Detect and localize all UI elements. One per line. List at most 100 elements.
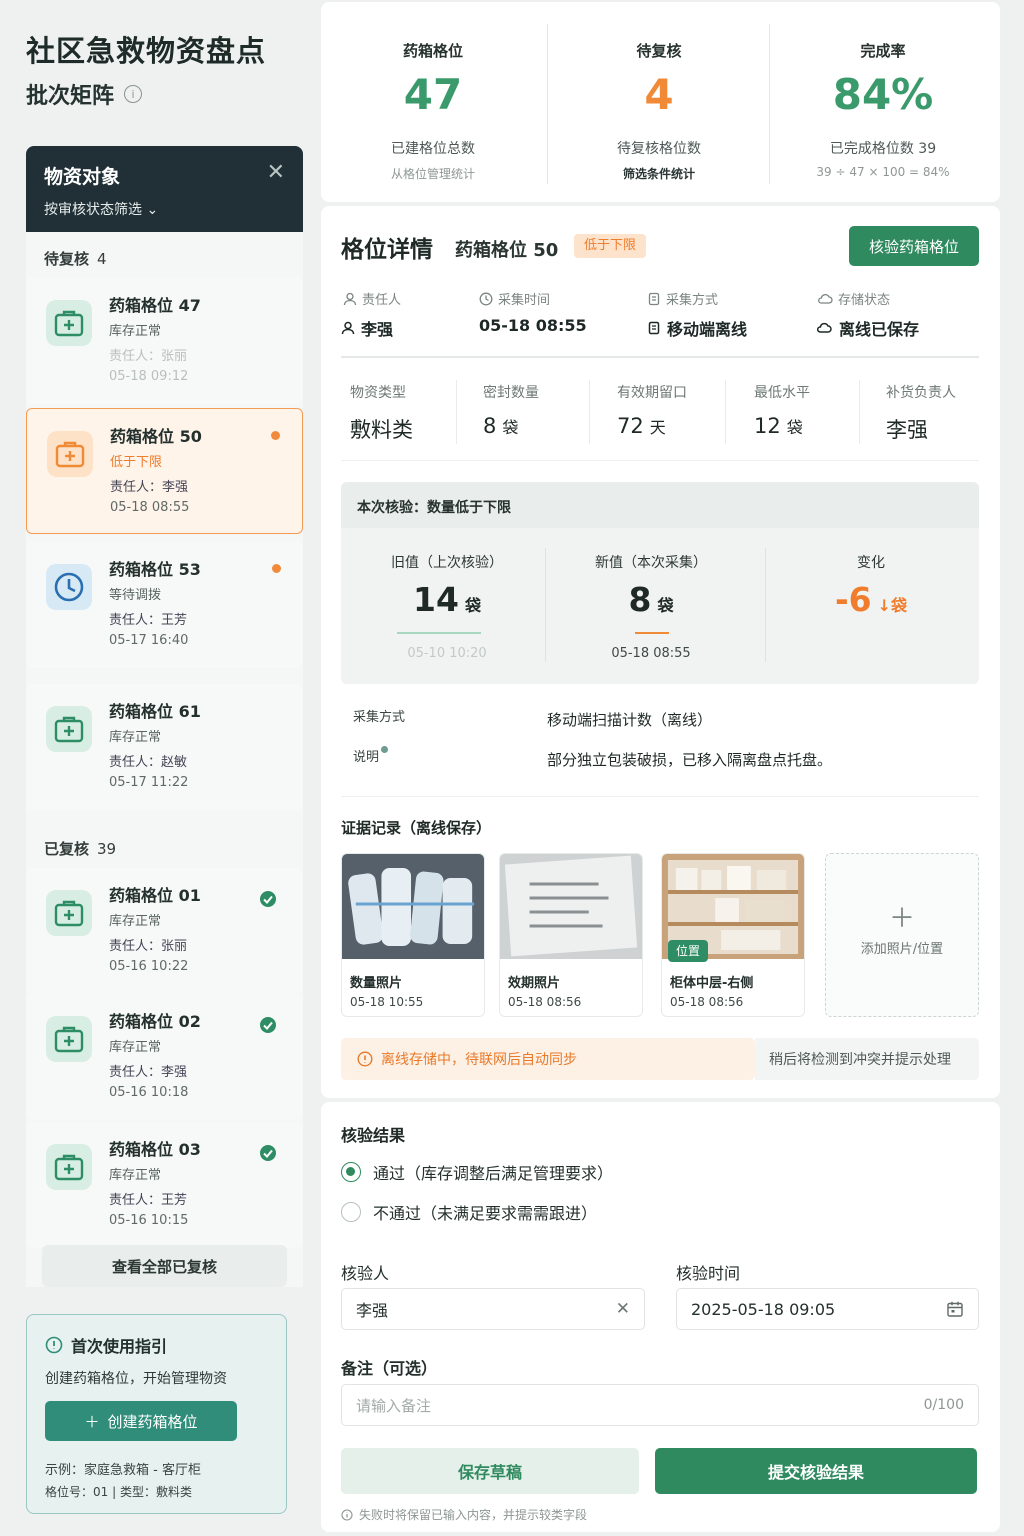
app-subtitle: 批次矩阵 i [26,78,143,110]
item-time: 05-16 10:18 [109,1085,189,1100]
group-pending-label: 待复核 [44,250,90,268]
warning-icon [357,1051,373,1067]
old-label: 旧值（上次核验） [391,555,503,571]
medkit-icon [46,1016,92,1062]
attr-label: 补货负责人 [886,385,956,401]
list-item[interactable]: 药箱格位 53 等待调拨 责任人：王芳 05-17 16:40 [26,542,303,668]
conflict-hint: 稍后将检测到冲突并提示处理 [755,1038,979,1080]
method-value: 移动端扫描计数（离线） [547,711,713,729]
evidence-card[interactable]: 效期照片 05-18 08:56 [499,853,643,1017]
stat-label: 待复核 [636,42,682,60]
evidence-label: 效期照片 [508,976,561,991]
attr-value: 8袋 [483,414,518,438]
change-number: -6 [834,580,872,619]
stat-desc: 已建格位总数 [391,141,475,157]
list-item[interactable]: 药箱格位 61 库存正常 责任人：赵敏 05-17 11:22 [26,684,303,810]
evidence-card[interactable]: 位置 柜体中层-右侧 05-18 08:56 [661,853,805,1017]
group-done-label: 已复核 [44,840,90,858]
time-picker[interactable]: 2025-05-18 09:05 [676,1288,979,1330]
check-icon [260,1145,276,1161]
offline-text: 离线存储中，待联网后自动同步 [381,1052,577,1068]
attr-value-text: 李强 [886,418,928,442]
pass-radio[interactable]: 通过（库存调整后满足管理要求） [341,1160,613,1184]
fail-label: 不通过（未满足要求需需跟进） [373,1204,598,1223]
attr-value: 李强 [886,414,928,444]
item-status: 等待调拨 [109,588,162,603]
stat-note: 从格位管理统计 [390,167,475,181]
plus-icon: ＋ [84,1412,100,1431]
calendar-icon[interactable] [946,1300,964,1318]
create-slot-label: 创建药箱格位 [107,1412,198,1431]
status-filter-dropdown[interactable]: 按审核状态筛选 ⌄ [44,199,285,219]
offline-banner: 离线存储中，待联网后自动同步 [341,1038,755,1080]
guide-desc: 创建药箱格位，开始管理物资 [45,1371,227,1387]
item-owner: 责任人：李强 [109,1065,188,1080]
view-all-reviewed-button[interactable]: 查看全部已复核 [42,1245,287,1287]
divider [341,356,979,358]
device-icon [648,292,660,305]
attr-value-text: 8 [483,414,497,438]
info-circle-icon[interactable]: i [124,85,143,103]
attr-value-text: 敷料类 [350,418,413,442]
clock-icon [479,292,493,305]
time-value: 2025-05-18 09:05 [691,1299,836,1319]
list-item[interactable]: 药箱格位 03 库存正常 责任人：王芳 05-16 10:15 [26,1122,303,1248]
clock-icon [46,564,92,610]
first-use-guide: 首次使用指引 创建药箱格位，开始管理物资 ＋ 创建药箱格位 示例：家庭急救箱 -… [26,1314,287,1514]
old-value: 14 袋 [341,580,553,619]
result-title: 核验结果 [341,1126,406,1145]
subtitle-text: 批次矩阵 [26,84,115,109]
attr-value: 12 袋 [754,414,803,438]
old-unit: 袋 [464,596,481,615]
stat-slots: 药箱格位 47 已建格位总数 从格位管理统计 [321,2,545,202]
evidence-label: 柜体中层-右侧 [670,976,754,991]
divider [341,460,979,461]
checker-input[interactable]: 李强 ✕ [341,1288,645,1330]
item-time: 05-17 11:22 [109,775,189,790]
verify-slot-button[interactable]: 核验药箱格位 [849,226,979,266]
expiry-photo [500,854,642,959]
list-item[interactable]: 药箱格位 01 库存正常 责任人：张丽 05-16 10:22 [26,868,303,994]
note-label: 说明 [353,746,389,765]
item-status: 库存正常 [109,1168,162,1183]
plus-icon: ＋ [888,904,915,934]
attr-value-text: 12 [754,414,781,438]
cloud-icon [816,322,832,333]
save-draft-button[interactable]: 保存草稿 [341,1448,639,1494]
meta-label-text: 采集方式 [666,293,719,308]
old-value-col: 旧值（上次核验） 14 袋 05-10 10:20 [341,528,553,684]
item-name: 药箱格位 02 [109,1012,201,1031]
close-icon[interactable]: ✕ [267,160,285,185]
item-status: 库存正常 [109,730,162,745]
note-label-text: 说明 [353,750,380,765]
guide-title-text: 首次使用指引 [71,1337,168,1356]
meta-value-text: 移动端离线 [667,320,748,339]
add-evidence-button[interactable]: ＋ 添加照片/位置 [825,853,979,1017]
remark-input[interactable]: 请输入备注 0/100 [341,1384,979,1426]
footnote-text: 失败时将保留已输入内容，并提示较类字段 [359,1508,588,1522]
fail-radio[interactable]: 不通过（未满足要求需需跟进） [341,1200,597,1224]
check-icon [260,1017,276,1033]
stat-label: 完成率 [860,42,906,60]
note-value: 部分独立包装破损，已移入隔离盘点托盘。 [547,751,833,769]
user-icon [341,321,355,335]
item-name: 药箱格位 03 [109,1140,201,1159]
list-item-selected[interactable]: 药箱格位 50 低于下限 责任人：李强 05-18 08:55 [26,408,303,534]
list-item[interactable]: 药箱格位 47 库存正常 责任人：张丽 05-18 09:12 [26,278,303,404]
evidence-card[interactable]: 数量照片 05-18 10:55 [341,853,485,1017]
stat-note: 筛选条件统计 [622,167,695,181]
location-badge: 位置 [668,940,709,962]
old-underline [397,632,481,634]
create-slot-button[interactable]: ＋ 创建药箱格位 [45,1401,237,1441]
clear-icon[interactable]: ✕ [616,1299,630,1319]
list-item[interactable]: 药箱格位 02 库存正常 责任人：李强 05-16 10:18 [26,994,303,1120]
attr-label: 物资类型 [350,385,406,401]
new-unit: 袋 [657,596,674,615]
attr-value: 72 天 [617,414,666,438]
submit-result-button[interactable]: 提交核验结果 [655,1448,977,1494]
unread-dot [271,431,280,440]
divider [341,796,979,797]
item-name: 药箱格位 61 [109,702,201,721]
stat-value: 47 [403,70,463,119]
guide-example: 示例：家庭急救箱 - 客厅柜 [45,1463,201,1478]
